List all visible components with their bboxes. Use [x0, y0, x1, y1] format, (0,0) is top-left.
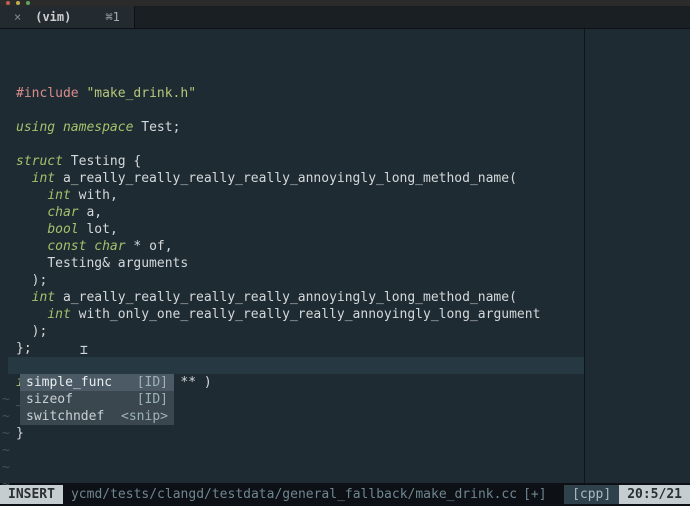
empty-line-tilde: ~: [0, 459, 8, 476]
completion-kind: [ID]: [137, 391, 168, 408]
code-line[interactable]: int with_only_one_really_really_really_a…: [16, 306, 576, 323]
cursor-position: 20:5/21: [619, 485, 690, 504]
code-line[interactable]: int a_really_really_really_really_annoyi…: [16, 289, 576, 306]
traffic-light-minimize[interactable]: [16, 1, 20, 5]
gutter: ~~~~~~~~: [0, 29, 8, 483]
tab-bar: × (vim) ⌘1: [0, 6, 690, 29]
close-icon[interactable]: ×: [14, 10, 21, 24]
code-line[interactable]: bool lot,: [16, 221, 576, 238]
code-line[interactable]: int with,: [16, 187, 576, 204]
code-line[interactable]: struct Testing {: [16, 153, 576, 170]
completion-item[interactable]: switchndef <snip>: [20, 408, 174, 425]
modified-flag: [+]: [523, 487, 546, 502]
empty-line-tilde: ~: [0, 391, 8, 408]
code-line[interactable]: #include "make_drink.h": [16, 85, 576, 102]
empty-line-tilde: ~: [0, 408, 8, 425]
code-line[interactable]: int a_really_really_really_really_annoyi…: [16, 170, 576, 187]
tab-vim[interactable]: × (vim) ⌘1: [0, 6, 135, 28]
completion-item[interactable]: simple_func [ID]: [20, 374, 174, 391]
completion-label: simple_func: [26, 374, 112, 391]
right-pane: [585, 29, 690, 483]
completion-kind: <snip>: [121, 408, 168, 425]
completion-popup[interactable]: simple_func [ID] sizeof [ID] switchndef <snip…: [20, 374, 174, 425]
code-line[interactable]: Testing& arguments: [16, 255, 576, 272]
empty-line-tilde: ~: [0, 425, 8, 442]
code-line[interactable]: };: [16, 340, 576, 357]
completion-label: switchndef: [26, 408, 104, 425]
traffic-light-close[interactable]: [6, 1, 10, 5]
tab-shortcut: ⌘1: [105, 10, 119, 24]
file-path: ycmd/tests/clangd/testdata/general_fallb…: [71, 487, 517, 502]
status-bar: INSERT ycmd/tests/clangd/testdata/genera…: [0, 483, 690, 506]
empty-line-tilde: ~: [0, 442, 8, 459]
tab-name: (vim): [35, 10, 71, 24]
code-line[interactable]: );: [16, 323, 576, 340]
code-line[interactable]: [16, 102, 576, 119]
editor[interactable]: ~~~~~~~~ #include "make_drink.h"using na…: [0, 29, 690, 483]
completion-label: sizeof: [26, 391, 73, 408]
code-line[interactable]: }: [16, 425, 576, 442]
code-line[interactable]: const char * of,: [16, 238, 576, 255]
traffic-light-zoom[interactable]: [26, 1, 30, 5]
code-line[interactable]: char a,: [16, 204, 576, 221]
completion-item[interactable]: sizeof [ID]: [20, 391, 174, 408]
filetype-indicator: [cpp]: [564, 485, 619, 504]
code-line[interactable]: );: [16, 272, 576, 289]
code-line[interactable]: [16, 357, 576, 374]
mode-indicator: INSERT: [0, 485, 63, 504]
completion-kind: [ID]: [137, 374, 168, 391]
code-line[interactable]: using namespace Test;: [16, 119, 576, 136]
code-line[interactable]: [16, 136, 576, 153]
code-area[interactable]: #include "make_drink.h"using namespace T…: [8, 29, 584, 483]
